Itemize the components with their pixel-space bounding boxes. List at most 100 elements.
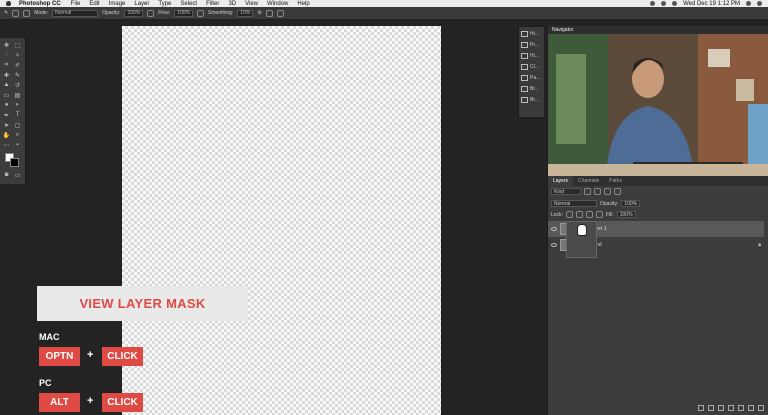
navigator-tab[interactable]: Navigator bbox=[548, 26, 768, 34]
tab-paths[interactable]: Paths bbox=[604, 176, 627, 186]
new-group-icon[interactable] bbox=[738, 405, 744, 411]
lock-all-icon[interactable] bbox=[595, 211, 603, 218]
fill-field[interactable]: 100% bbox=[616, 211, 636, 218]
dock-paragraph[interactable]: Pa... bbox=[521, 74, 542, 82]
dock-brush-settings[interactable]: Br... bbox=[521, 96, 542, 104]
gradient-icon[interactable]: ▤ bbox=[13, 91, 22, 99]
dock-clone[interactable]: Cl... bbox=[521, 63, 542, 71]
add-mask-icon[interactable] bbox=[718, 405, 724, 411]
filter-shape-icon[interactable] bbox=[614, 188, 621, 195]
menu-window[interactable]: Window bbox=[267, 1, 288, 7]
menu-list-icon[interactable] bbox=[757, 1, 762, 6]
airbrush-icon[interactable] bbox=[197, 9, 204, 17]
dock-history[interactable]: Hi... bbox=[521, 30, 542, 38]
symmetry-icon[interactable] bbox=[276, 9, 284, 17]
lock-icon[interactable]: 🔒︎ bbox=[758, 242, 761, 248]
menu-3d[interactable]: 3D bbox=[228, 1, 236, 7]
stamp-tool-icon[interactable]: ▲ bbox=[2, 81, 11, 89]
pressure-opacity-icon[interactable] bbox=[147, 9, 155, 17]
screen-mode-icon[interactable]: ▭ bbox=[13, 171, 22, 179]
dock-histogram[interactable]: Hi... bbox=[521, 52, 542, 60]
dock-label: Pr... bbox=[530, 42, 539, 48]
mode-label: Mode: bbox=[34, 10, 49, 16]
brush-tool-icon[interactable]: ✎ bbox=[13, 71, 22, 79]
more-tools-icon[interactable]: ⋯ bbox=[2, 141, 11, 149]
path-select-icon[interactable]: ➤ bbox=[2, 121, 11, 129]
flow-field[interactable]: 100% bbox=[174, 9, 193, 17]
pc-plus: + bbox=[87, 395, 94, 407]
magic-wand-icon[interactable]: ✧ bbox=[13, 51, 22, 59]
dock-properties[interactable]: Pr... bbox=[521, 41, 542, 49]
lock-position-icon[interactable] bbox=[585, 211, 593, 218]
filter-type-icon[interactable] bbox=[604, 188, 611, 195]
eraser-icon[interactable]: ▭ bbox=[2, 91, 11, 99]
type-tool-icon[interactable]: T bbox=[13, 111, 22, 119]
apple-icon[interactable] bbox=[6, 1, 11, 6]
lock-pixels-icon[interactable] bbox=[575, 211, 583, 218]
dodge-tool-icon[interactable]: ◐ bbox=[13, 101, 22, 109]
shape-tool-icon[interactable]: ▢ bbox=[13, 121, 22, 129]
pressure-size-icon[interactable] bbox=[265, 9, 273, 17]
dock-label: Br... bbox=[530, 86, 539, 92]
kind-filter[interactable]: Kind bbox=[551, 188, 581, 195]
quick-mask-icon[interactable]: ◙ bbox=[2, 171, 11, 179]
layer-style-icon[interactable] bbox=[708, 405, 714, 411]
trash-icon[interactable] bbox=[758, 405, 764, 411]
healing-brush-icon[interactable]: ✚ bbox=[2, 71, 11, 79]
wifi-icon[interactable] bbox=[661, 1, 667, 6]
adjustment-layer-icon[interactable] bbox=[728, 405, 734, 411]
smoothing-field[interactable]: 10% bbox=[237, 9, 254, 17]
battery-icon[interactable] bbox=[672, 1, 678, 6]
tab-layers[interactable]: Layers bbox=[548, 176, 574, 186]
background-color[interactable] bbox=[10, 158, 19, 167]
navigator-preview[interactable] bbox=[548, 34, 768, 176]
dock-brushes[interactable]: Br... bbox=[521, 85, 542, 93]
tab-channels[interactable]: Channels bbox=[573, 176, 604, 186]
dock-label: Hi... bbox=[530, 31, 539, 37]
document-canvas[interactable] bbox=[122, 26, 441, 415]
brush-settings-icon[interactable] bbox=[23, 9, 31, 17]
menu-filter[interactable]: Filter bbox=[206, 1, 219, 7]
color-swatches[interactable] bbox=[2, 151, 23, 169]
lasso-tool-icon[interactable]: ◌ bbox=[2, 51, 11, 59]
opacity-field[interactable]: 100% bbox=[124, 9, 144, 17]
menu-image[interactable]: Image bbox=[109, 1, 126, 7]
clock[interactable]: Wed Dec 19 1:12 PM bbox=[683, 1, 740, 7]
move-tool-icon[interactable]: ✥ bbox=[2, 41, 11, 49]
lock-transparent-icon[interactable] bbox=[565, 211, 573, 218]
visibility-eye-icon[interactable] bbox=[551, 227, 557, 231]
paragraph-icon bbox=[521, 75, 528, 81]
new-layer-icon[interactable] bbox=[748, 405, 754, 411]
gear-icon[interactable]: ⚙ bbox=[257, 10, 261, 16]
options-bar: ✎ Mode: Normal Opacity: 100% Flow: 100% … bbox=[0, 7, 768, 20]
brush-preset-icon[interactable] bbox=[12, 9, 20, 17]
eyedropper-icon[interactable]: ✐ bbox=[13, 61, 22, 69]
crop-tool-icon[interactable]: ⌗ bbox=[2, 61, 11, 69]
blend-mode-select[interactable]: Normal bbox=[551, 200, 597, 207]
menu-select[interactable]: Select bbox=[180, 1, 197, 7]
hand-tool-icon[interactable]: ✋ bbox=[2, 131, 11, 139]
filter-adjust-icon[interactable] bbox=[594, 188, 601, 195]
opacity-field[interactable]: 100% bbox=[621, 200, 641, 207]
history-brush-icon[interactable]: ↺ bbox=[13, 81, 22, 89]
marquee-tool-icon[interactable]: ⬚ bbox=[13, 41, 22, 49]
menu-view[interactable]: View bbox=[245, 1, 258, 7]
default-colors-icon[interactable]: ▪ bbox=[13, 141, 22, 149]
mode-select[interactable]: Normal bbox=[52, 9, 99, 17]
menu-edit[interactable]: Edit bbox=[89, 1, 99, 7]
zoom-tool-icon[interactable]: ⌕ bbox=[13, 131, 22, 139]
filter-pixel-icon[interactable] bbox=[584, 188, 591, 195]
search-icon[interactable] bbox=[746, 1, 751, 6]
blur-tool-icon[interactable]: ● bbox=[2, 101, 11, 109]
status-icon[interactable] bbox=[650, 1, 656, 6]
menu-layer[interactable]: Layer bbox=[134, 1, 149, 7]
link-layers-icon[interactable] bbox=[698, 405, 704, 411]
visibility-eye-icon[interactable] bbox=[551, 243, 557, 247]
menu-file[interactable]: File bbox=[71, 1, 81, 7]
pen-tool-icon[interactable]: ✒ bbox=[2, 111, 11, 119]
app-menu[interactable]: Photoshop CC bbox=[19, 1, 61, 7]
menu-type[interactable]: Type bbox=[158, 1, 171, 7]
brush-tool-icon[interactable]: ✎ bbox=[4, 10, 8, 16]
menu-help[interactable]: Help bbox=[297, 1, 309, 7]
navigator-photo bbox=[548, 34, 768, 176]
